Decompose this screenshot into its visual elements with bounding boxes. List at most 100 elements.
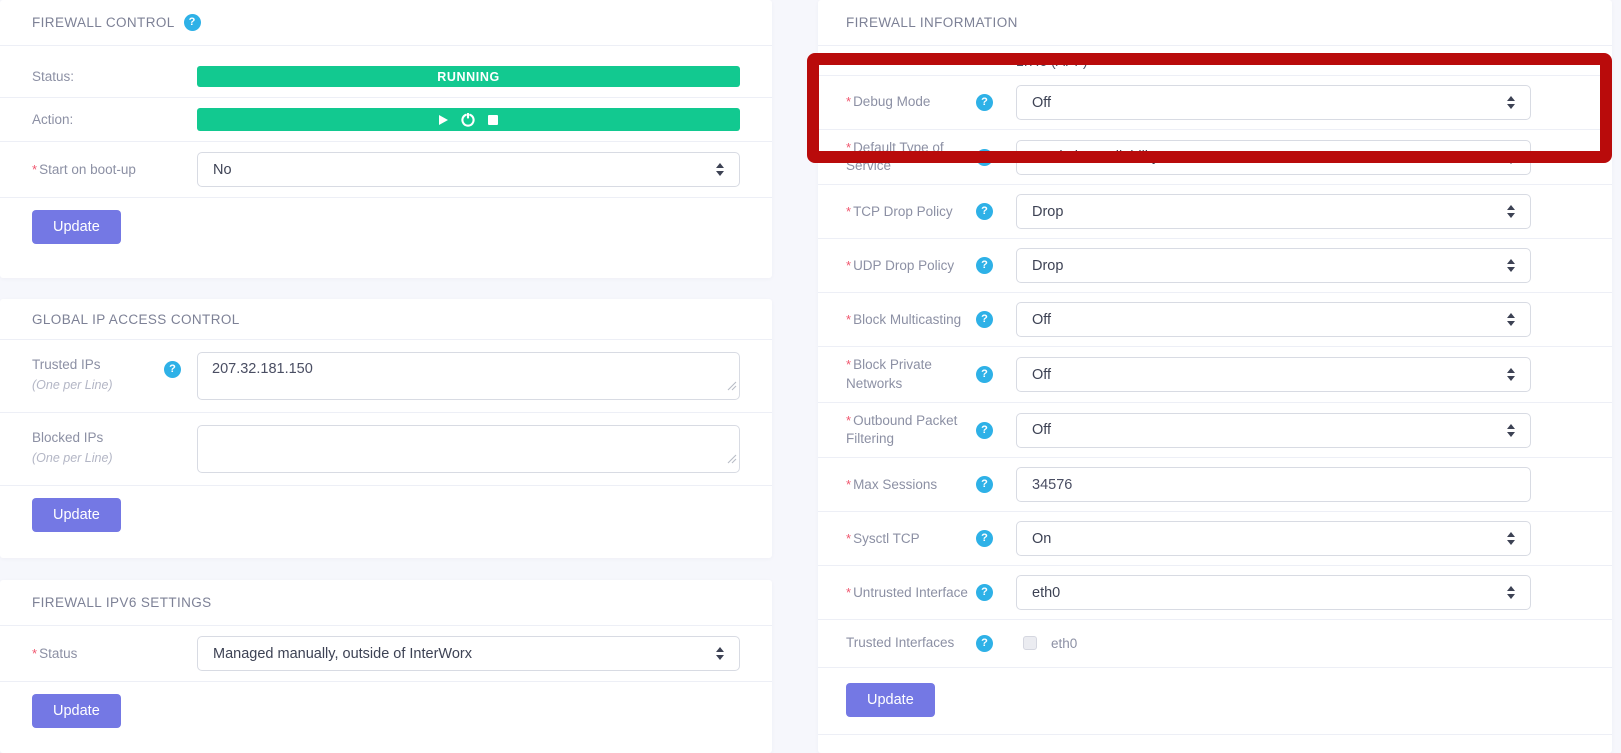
status-bar: RUNNING — [197, 66, 740, 87]
required-asterisk: * — [846, 312, 851, 327]
help-icon[interactable]: ? — [184, 14, 201, 31]
udp-drop-policy-row: *UDP Drop Policy ? Drop — [818, 239, 1612, 293]
required-asterisk: * — [846, 477, 851, 492]
global-ip-access-card: GLOBAL IP ACCESS CONTROL Trusted IPs (On… — [0, 299, 772, 558]
action-label: Action: — [32, 112, 73, 127]
required-asterisk: * — [846, 413, 851, 428]
outbound-packet-filtering-value: Off — [1032, 422, 1051, 438]
block-multicasting-label: *Block Multicasting — [846, 311, 976, 329]
block-private-networks-select[interactable]: Off — [1016, 357, 1531, 392]
trusted-interface-option: eth0 — [1051, 636, 1077, 651]
trusted-ips-label: Trusted IPs — [32, 357, 113, 372]
start-on-boot-value: No — [213, 162, 232, 178]
untrusted-interface-select[interactable]: eth0 — [1016, 575, 1531, 610]
outbound-packet-filtering-select[interactable]: Off — [1016, 413, 1531, 448]
trusted-ips-label-block: Trusted IPs (One per Line) — [32, 357, 113, 392]
help-icon[interactable]: ? — [976, 530, 993, 547]
action-bar[interactable] — [197, 108, 740, 131]
blocked-ips-textarea[interactable] — [197, 425, 740, 473]
required-asterisk: * — [846, 258, 851, 273]
block-private-networks-value: Off — [1032, 367, 1051, 383]
select-arrows-icon — [1507, 313, 1515, 326]
tcp-drop-policy-value: Drop — [1032, 204, 1063, 220]
trusted-interfaces-row: Trusted Interfaces ? eth0 — [818, 620, 1612, 667]
debug-mode-select[interactable]: Off — [1016, 85, 1531, 120]
version-label: Version — [846, 53, 1016, 68]
status-row: Status: RUNNING — [0, 56, 772, 98]
sysctl-tcp-value: On — [1032, 531, 1051, 547]
help-icon[interactable]: ? — [976, 366, 993, 383]
debug-mode-row: *Debug Mode ? Off — [818, 76, 1612, 130]
help-icon[interactable]: ? — [976, 149, 993, 166]
sysctl-tcp-select[interactable]: On — [1016, 521, 1531, 556]
firewall-ipv6-card: FIREWALL IPV6 SETTINGS *Status Managed m… — [0, 580, 772, 753]
restart-icon[interactable] — [461, 113, 475, 127]
global-ip-access-header: GLOBAL IP ACCESS CONTROL — [0, 299, 772, 340]
select-arrows-icon — [716, 647, 724, 660]
select-arrows-icon — [1507, 96, 1515, 109]
select-arrows-icon — [716, 163, 724, 176]
untrusted-interface-row: *Untrusted Interface ? eth0 — [818, 566, 1612, 620]
firewall-control-update-button[interactable]: Update — [32, 210, 121, 244]
boot-row: *Start on boot-up No — [0, 142, 772, 198]
select-arrows-icon — [1507, 586, 1515, 599]
blocked-ips-hint: (One per Line) — [32, 451, 113, 465]
block-private-networks-label: *Block Private Networks — [846, 356, 976, 392]
required-asterisk: * — [32, 646, 37, 661]
firewall-information-panel: FIREWALL INFORMATION Version 1.7.6 (APF)… — [818, 0, 1612, 753]
outbound-packet-filtering-row: *Outbound Packet Filtering ? Off — [818, 403, 1612, 458]
help-icon[interactable]: ? — [976, 422, 993, 439]
ipv6-status-select[interactable]: Managed manually, outside of InterWorx — [197, 636, 740, 671]
firewall-information-header: FIREWALL INFORMATION — [818, 0, 1612, 46]
help-icon[interactable]: ? — [976, 257, 993, 274]
required-asterisk: * — [846, 531, 851, 546]
select-arrows-icon — [1507, 368, 1515, 381]
global-ip-update-button[interactable]: Update — [32, 498, 121, 532]
sysctl-tcp-label: *Sysctl TCP — [846, 530, 976, 548]
ipv6-status-label: *Status — [32, 646, 77, 661]
untrusted-interface-value: eth0 — [1032, 585, 1060, 601]
global-ip-access-title: GLOBAL IP ACCESS CONTROL — [32, 312, 240, 327]
debug-mode-value: Off — [1032, 95, 1051, 111]
help-icon[interactable]: ? — [976, 94, 993, 111]
help-icon[interactable]: ? — [976, 203, 993, 220]
start-on-boot-select[interactable]: No — [197, 152, 740, 187]
boot-label: *Start on boot-up — [32, 162, 136, 177]
udp-drop-policy-select[interactable]: Drop — [1016, 248, 1531, 283]
tcp-drop-policy-label: *TCP Drop Policy — [846, 203, 976, 221]
max-sessions-input[interactable] — [1016, 467, 1531, 502]
blocked-ips-label: Blocked IPs — [32, 430, 113, 445]
block-private-networks-row: *Block Private Networks ? Off — [818, 347, 1612, 402]
blocked-ips-label-block: Blocked IPs (One per Line) — [32, 430, 113, 465]
firewall-information-title: FIREWALL INFORMATION — [846, 15, 1018, 30]
help-icon[interactable]: ? — [976, 476, 993, 493]
firewall-information-update-button[interactable]: Update — [846, 683, 935, 717]
help-icon[interactable]: ? — [164, 361, 181, 378]
firewall-ipv6-header: FIREWALL IPV6 SETTINGS — [0, 580, 772, 626]
help-icon[interactable]: ? — [976, 635, 993, 652]
select-arrows-icon — [1507, 205, 1515, 218]
tcp-drop-policy-select[interactable]: Drop — [1016, 194, 1531, 229]
trusted-ips-textarea[interactable]: 207.32.181.150 — [197, 352, 740, 400]
select-arrows-icon — [1507, 259, 1515, 272]
block-multicasting-value: Off — [1032, 312, 1051, 328]
trusted-interface-checkbox[interactable] — [1023, 636, 1037, 650]
ipv6-update-button[interactable]: Update — [32, 694, 121, 728]
block-multicasting-select[interactable]: Off — [1016, 302, 1531, 337]
required-asterisk: * — [846, 94, 851, 109]
sysctl-tcp-row: *Sysctl TCP ? On — [818, 512, 1612, 566]
default-type-of-service-select[interactable]: Maximize Reliability — [1016, 140, 1531, 175]
play-icon[interactable] — [439, 115, 448, 125]
udp-drop-policy-label: *UDP Drop Policy — [846, 257, 976, 275]
default-tos-row: *Default Type of Service ? Maximize Reli… — [818, 130, 1612, 185]
untrusted-interface-label: *Untrusted Interface — [846, 584, 976, 602]
select-arrows-icon — [1507, 532, 1515, 545]
tcp-drop-policy-row: *TCP Drop Policy ? Drop — [818, 185, 1612, 239]
firewall-ipv6-title: FIREWALL IPV6 SETTINGS — [32, 595, 212, 610]
outbound-packet-filtering-label: *Outbound Packet Filtering — [846, 412, 976, 448]
trusted-interfaces-label: Trusted Interfaces — [846, 634, 976, 652]
help-icon[interactable]: ? — [976, 311, 993, 328]
status-label: Status: — [32, 69, 74, 84]
help-icon[interactable]: ? — [976, 584, 993, 601]
stop-icon[interactable] — [488, 115, 498, 125]
